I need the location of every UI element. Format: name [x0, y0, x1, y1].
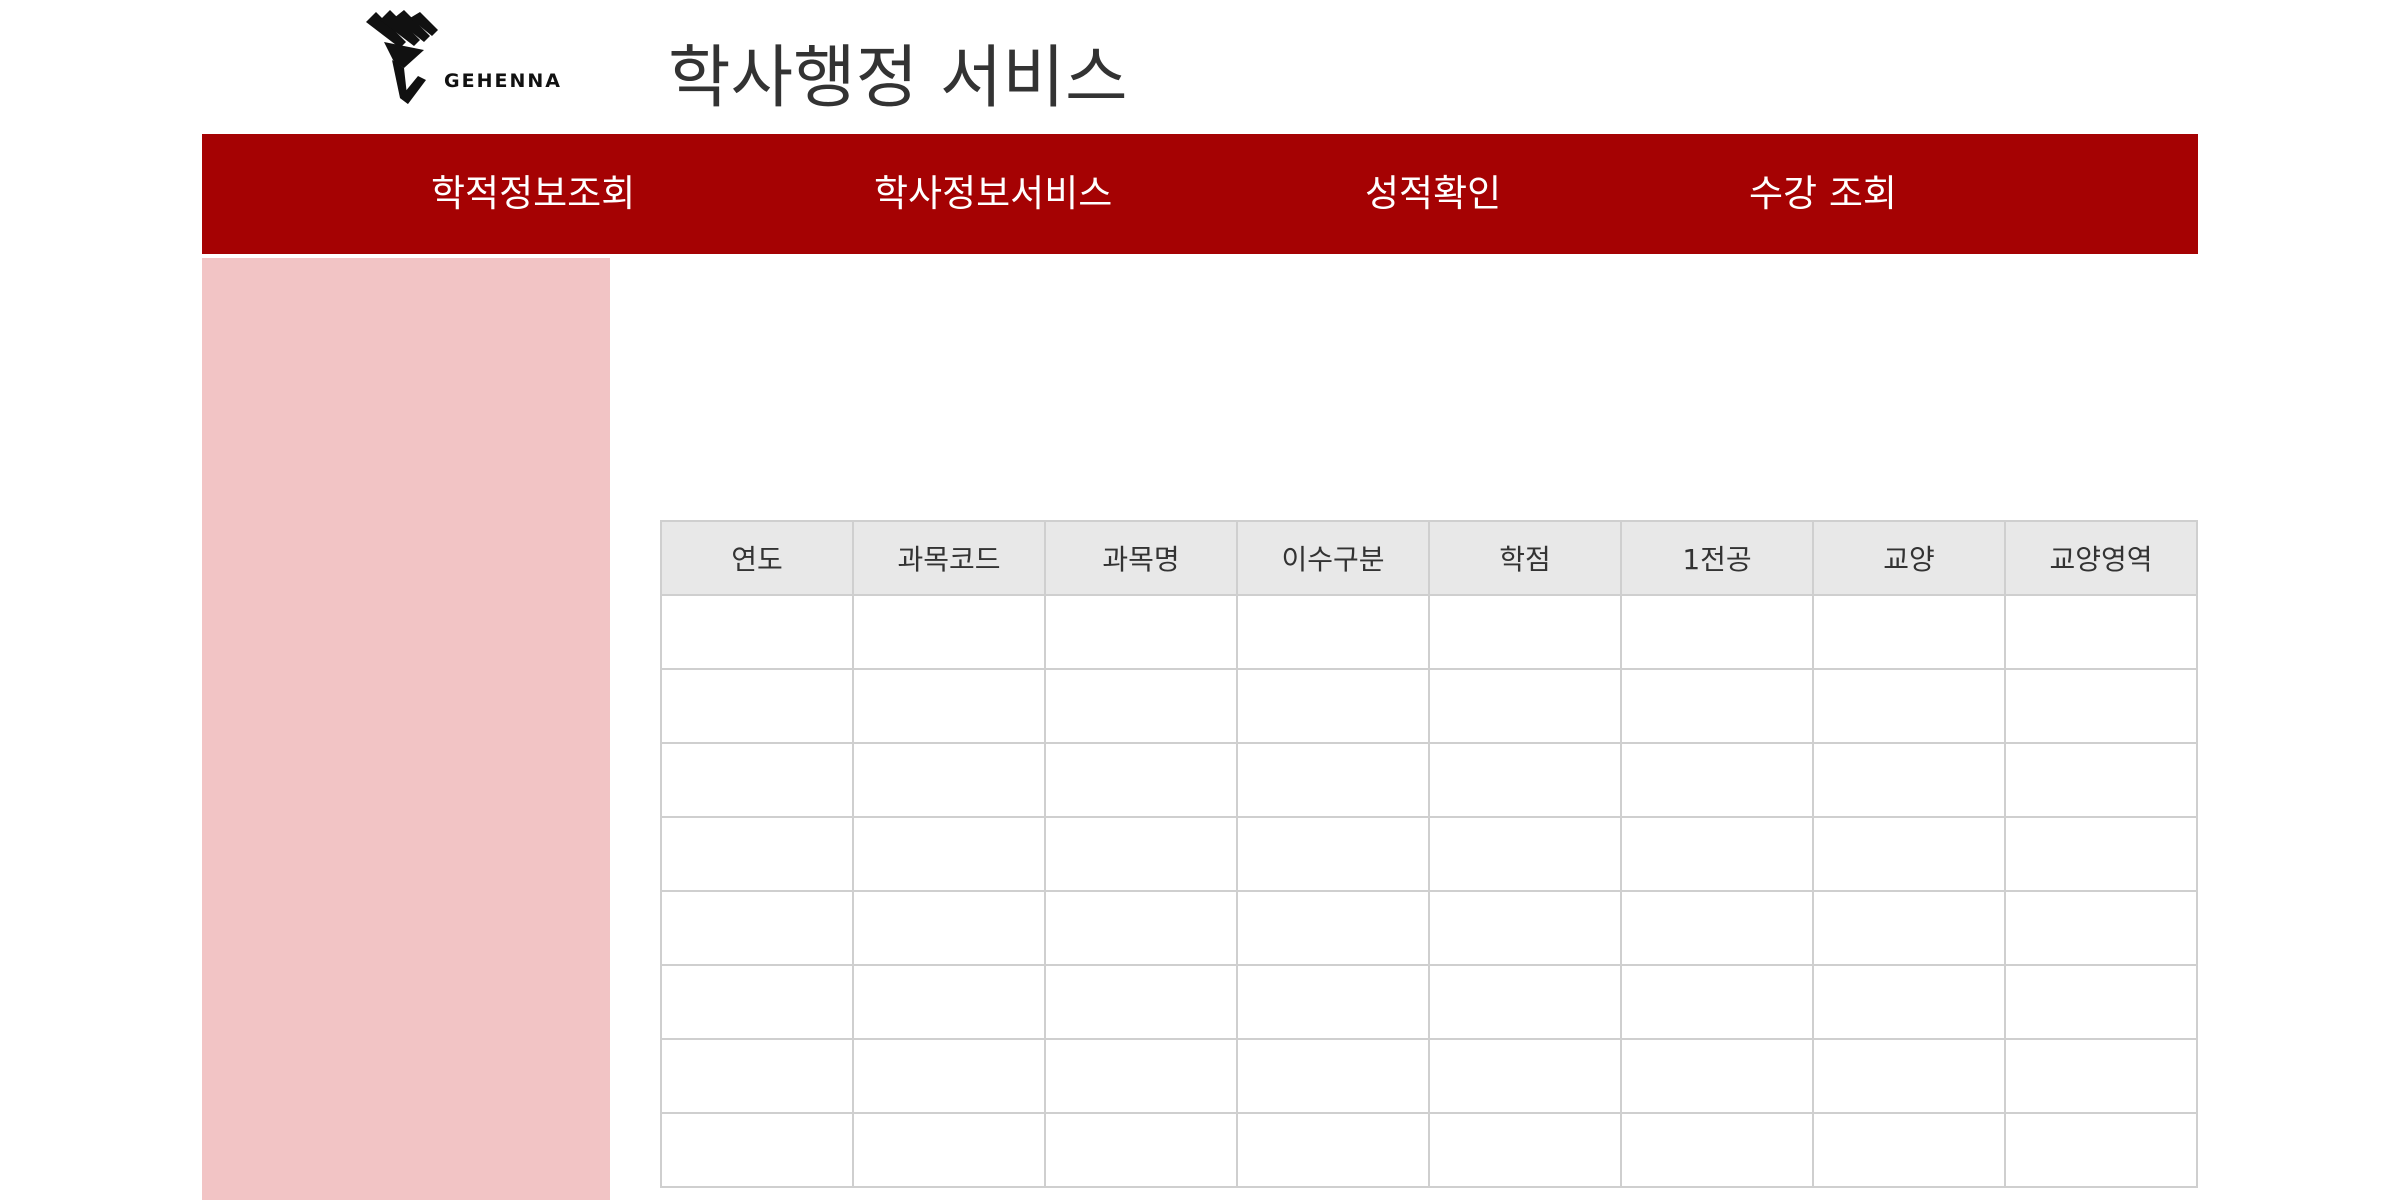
- table-cell: [1812, 816, 2006, 892]
- column-header-completion-type: 이수구분: [1236, 520, 1430, 596]
- table-cell: [1428, 1112, 1622, 1188]
- table-cell: [2004, 1112, 2198, 1188]
- table-body: [660, 594, 2198, 1188]
- table-cell: [1620, 890, 1814, 966]
- table-cell: [1044, 1112, 1238, 1188]
- nav-item-course-inquiry[interactable]: 수강 조회: [1749, 134, 1897, 254]
- table-cell: [2004, 1038, 2198, 1114]
- table-row: [660, 816, 2198, 892]
- table-cell: [2004, 668, 2198, 744]
- table-cell: [852, 816, 1046, 892]
- table-cell: [2004, 816, 2198, 892]
- table-cell: [1620, 1038, 1814, 1114]
- table-cell: [1620, 1112, 1814, 1188]
- table-cell: [1044, 890, 1238, 966]
- table-cell: [2004, 594, 2198, 670]
- table-cell: [2004, 742, 2198, 818]
- table-cell: [660, 1038, 854, 1114]
- table-cell: [660, 742, 854, 818]
- table-row: [660, 1112, 2198, 1188]
- table-cell: [1044, 668, 1238, 744]
- table-cell: [1044, 816, 1238, 892]
- table-cell: [1620, 964, 1814, 1040]
- table-cell: [1812, 1038, 2006, 1114]
- table-cell: [1236, 742, 1430, 818]
- column-header-liberal-arts: 교양: [1812, 520, 2006, 596]
- table-cell: [852, 594, 1046, 670]
- table-cell: [1428, 890, 1622, 966]
- table-row: [660, 594, 2198, 670]
- table-cell: [1236, 594, 1430, 670]
- table-row: [660, 890, 2198, 966]
- table-cell: [852, 1112, 1046, 1188]
- column-header-credits: 학점: [1428, 520, 1622, 596]
- table-cell: [1236, 890, 1430, 966]
- table-cell: [1044, 1038, 1238, 1114]
- page-title: 학사행정 서비스: [668, 39, 1128, 118]
- table-cell: [660, 668, 854, 744]
- table-row: [660, 742, 2198, 818]
- table-cell: [1812, 1112, 2006, 1188]
- table-cell: [1428, 742, 1622, 818]
- table-cell: [852, 890, 1046, 966]
- sidebar: [202, 258, 610, 1200]
- table-cell: [1428, 668, 1622, 744]
- table-cell: [1812, 890, 2006, 966]
- column-header-course-code: 과목코드: [852, 520, 1046, 596]
- logo-text: GEHENNA: [444, 70, 562, 92]
- table-cell: [1620, 742, 1814, 818]
- table-cell: [660, 816, 854, 892]
- table-header-row: 연도 과목코드 과목명 이수구분 학점 1전공 교양 교양영역: [660, 520, 2198, 596]
- gehenna-logo[interactable]: GEHENNA: [364, 10, 560, 106]
- table-cell: [1044, 594, 1238, 670]
- column-header-year: 연도: [660, 520, 854, 596]
- nav-item-academic-record[interactable]: 학적정보조회: [431, 134, 635, 254]
- table-cell: [852, 742, 1046, 818]
- table-cell: [1236, 1038, 1430, 1114]
- table-cell: [852, 964, 1046, 1040]
- table-cell: [1428, 594, 1622, 670]
- table-cell: [2004, 890, 2198, 966]
- table-cell: [1812, 964, 2006, 1040]
- table-cell: [1236, 964, 1430, 1040]
- column-header-first-major: 1전공: [1620, 520, 1814, 596]
- table-cell: [1812, 594, 2006, 670]
- table-cell: [1236, 816, 1430, 892]
- table-cell: [660, 1112, 854, 1188]
- table-cell: [1428, 816, 1622, 892]
- table-row: [660, 964, 2198, 1040]
- table-cell: [1044, 742, 1238, 818]
- page: GEHENNA 학사행정 서비스 학적정보조회 학사정보서비스 성적확인 수강 …: [0, 0, 2400, 1200]
- table-cell: [1620, 594, 1814, 670]
- table-cell: [660, 964, 854, 1040]
- table-cell: [1620, 816, 1814, 892]
- nav-item-grade-check[interactable]: 성적확인: [1365, 134, 1501, 254]
- table-cell: [660, 594, 854, 670]
- table-cell: [1428, 964, 1622, 1040]
- table-cell: [1236, 1112, 1430, 1188]
- table-row: [660, 668, 2198, 744]
- table-cell: [852, 668, 1046, 744]
- table-cell: [660, 890, 854, 966]
- table-cell: [1428, 1038, 1622, 1114]
- main-nav: 학적정보조회 학사정보서비스 성적확인 수강 조회: [202, 134, 2198, 254]
- table-cell: [1236, 668, 1430, 744]
- column-header-course-name: 과목명: [1044, 520, 1238, 596]
- table-cell: [1620, 668, 1814, 744]
- table-cell: [1044, 964, 1238, 1040]
- table-cell: [852, 1038, 1046, 1114]
- column-header-liberal-arts-area: 교양영역: [2004, 520, 2198, 596]
- grade-table: 연도 과목코드 과목명 이수구분 학점 1전공 교양 교양영역: [660, 520, 2198, 1188]
- table-row: [660, 1038, 2198, 1114]
- table-cell: [1812, 668, 2006, 744]
- nav-item-academic-info-service[interactable]: 학사정보서비스: [874, 134, 1112, 254]
- table-cell: [2004, 964, 2198, 1040]
- table-cell: [1812, 742, 2006, 818]
